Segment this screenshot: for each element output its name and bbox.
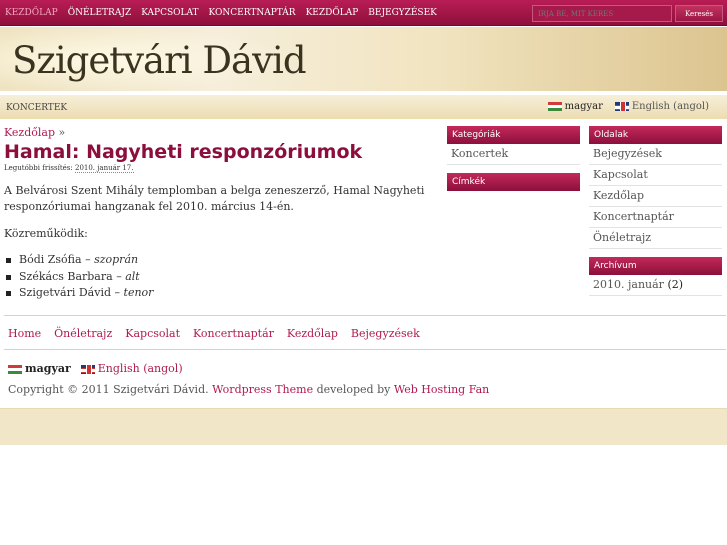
lang-hu-bottom[interactable]: magyar — [8, 362, 71, 375]
hungary-flag-icon — [547, 102, 562, 111]
post-updated: Legutóbbi frissítés: 2010. január 17. — [4, 164, 434, 173]
developed-by-text: developed by — [316, 383, 391, 396]
lang-hu-top[interactable]: magyar — [547, 101, 603, 112]
footer-link-home[interactable]: Home — [8, 327, 41, 340]
sidebar-left: Kategóriák Koncertek Címkék — [447, 126, 580, 191]
archive-month-link[interactable]: 2010. január — [593, 278, 664, 291]
page-item-cv[interactable]: Önéletrajz — [589, 228, 722, 249]
search-button[interactable]: Keresés — [675, 5, 723, 22]
copyright-text: Copyright © 2011 Szigetvári Dávid. — [8, 383, 209, 396]
copyright: Copyright © 2011 Szigetvári Dávid. Wordp… — [8, 383, 489, 396]
uk-flag-icon — [614, 102, 629, 111]
performer-name: Szigetvári Dávid — [19, 286, 112, 299]
footer-divider-2 — [4, 349, 726, 350]
page-item-posts[interactable]: Bejegyzések — [589, 144, 722, 165]
hosting-link[interactable]: Web Hosting Fan — [394, 383, 489, 396]
topnav-item-concerts[interactable]: Koncertnaptár — [204, 0, 301, 26]
performer-name: Bódi Zsófia — [19, 253, 82, 266]
footer-link-home-2[interactable]: Kezdőlap — [287, 327, 338, 340]
list-item: Székács Barbara – alt — [4, 269, 434, 286]
breadcrumb-separator: » — [58, 126, 66, 139]
bottom-band — [0, 408, 727, 445]
performers-list: Bódi Zsófia – szoprán Székács Barbara – … — [4, 252, 434, 302]
main-content: Kezdőlap » Hamal: Nagyheti responzóriumo… — [4, 126, 434, 302]
performer-dash: – — [116, 269, 122, 283]
site-header: Szigetvári Dávid — [0, 27, 727, 91]
archive-count: (2) — [667, 278, 684, 291]
uk-flag-icon — [80, 364, 95, 374]
language-switcher-top: magyar English (angol) — [547, 101, 709, 112]
language-switcher-bottom: magyar English (angol) — [8, 362, 183, 375]
lang-hu-label: magyar — [25, 362, 71, 375]
top-nav: Kezdőlap Önéletrajz Kapcsolat Koncertnap… — [0, 0, 442, 26]
page-item-concerts[interactable]: Koncertnaptár — [589, 207, 722, 228]
category-item-concerts[interactable]: Koncertek — [447, 144, 580, 165]
post-intro: A Belvárosi Szent Mihály templomban a be… — [4, 184, 425, 213]
performer-name: Székács Barbara — [19, 269, 113, 283]
sub-bar: Koncertek magyar English (angol) — [0, 93, 727, 119]
lang-en-bottom[interactable]: English (angol) — [80, 362, 183, 375]
breadcrumb: Kezdőlap » — [4, 126, 434, 139]
performer-dash: – — [114, 286, 121, 299]
breadcrumb-home[interactable]: Kezdőlap — [4, 126, 55, 139]
performer-role: tenor — [123, 286, 154, 299]
list-item: Szigetvári Dávid – tenor — [4, 285, 434, 302]
performer-dash: – — [85, 253, 91, 266]
lang-en-label: English (angol) — [631, 101, 709, 112]
sidebar-right: Oldalak Bejegyzések Kapcsolat Kezdőlap K… — [589, 126, 722, 296]
pages-title: Oldalak — [589, 126, 722, 144]
footer-link-posts[interactable]: Bejegyzések — [351, 327, 420, 340]
page-item-home[interactable]: Kezdőlap — [589, 186, 722, 207]
post-body: A Belvárosi Szent Mihály templomban a be… — [4, 183, 434, 302]
tags-title: Címkék — [447, 173, 580, 191]
site-title[interactable]: Szigetvári Dávid — [12, 41, 307, 81]
hungary-flag-icon — [8, 364, 22, 374]
top-navigation-bar: Kezdőlap Önéletrajz Kapcsolat Koncertnap… — [0, 0, 727, 26]
footer-link-concerts[interactable]: Koncertnaptár — [193, 327, 274, 340]
performer-role: alt — [125, 269, 140, 283]
topnav-item-cv[interactable]: Önéletrajz — [63, 0, 137, 26]
topnav-item-home-2[interactable]: Kezdőlap — [301, 0, 364, 26]
topnav-item-contact[interactable]: Kapcsolat — [136, 0, 203, 26]
footer-link-cv[interactable]: Önéletrajz — [54, 327, 112, 340]
performer-role: szoprán — [94, 253, 139, 266]
topnav-item-home[interactable]: Kezdőlap — [0, 0, 63, 26]
updated-label: Legutóbbi frissítés: — [4, 164, 73, 172]
categories-title: Kategóriák — [447, 126, 580, 144]
archive-item: 2010. január (2) — [589, 275, 722, 296]
lang-en-label: English (angol) — [97, 362, 183, 375]
performers-heading: Közreműködik: — [4, 227, 88, 240]
theme-link[interactable]: Wordpress Theme — [212, 383, 313, 396]
lang-en-top[interactable]: English (angol) — [614, 101, 709, 112]
page-item-contact[interactable]: Kapcsolat — [589, 165, 722, 186]
section-label[interactable]: Koncertek — [6, 103, 67, 113]
archive-title: Archívum — [589, 257, 722, 275]
search-input[interactable] — [532, 5, 672, 22]
post-title: Hamal: Nagyheti responzóriumok — [4, 141, 363, 163]
footer-link-contact[interactable]: Kapcsolat — [125, 327, 180, 340]
lang-hu-label: magyar — [564, 101, 603, 112]
list-item: Bódi Zsófia – szoprán — [4, 252, 434, 269]
footer-divider — [4, 315, 726, 316]
footer-nav: Home Önéletrajz Kapcsolat Koncertnaptár … — [8, 327, 433, 340]
topnav-item-posts[interactable]: Bejegyzések — [363, 0, 442, 26]
updated-date: 2010. január 17. — [74, 164, 134, 173]
